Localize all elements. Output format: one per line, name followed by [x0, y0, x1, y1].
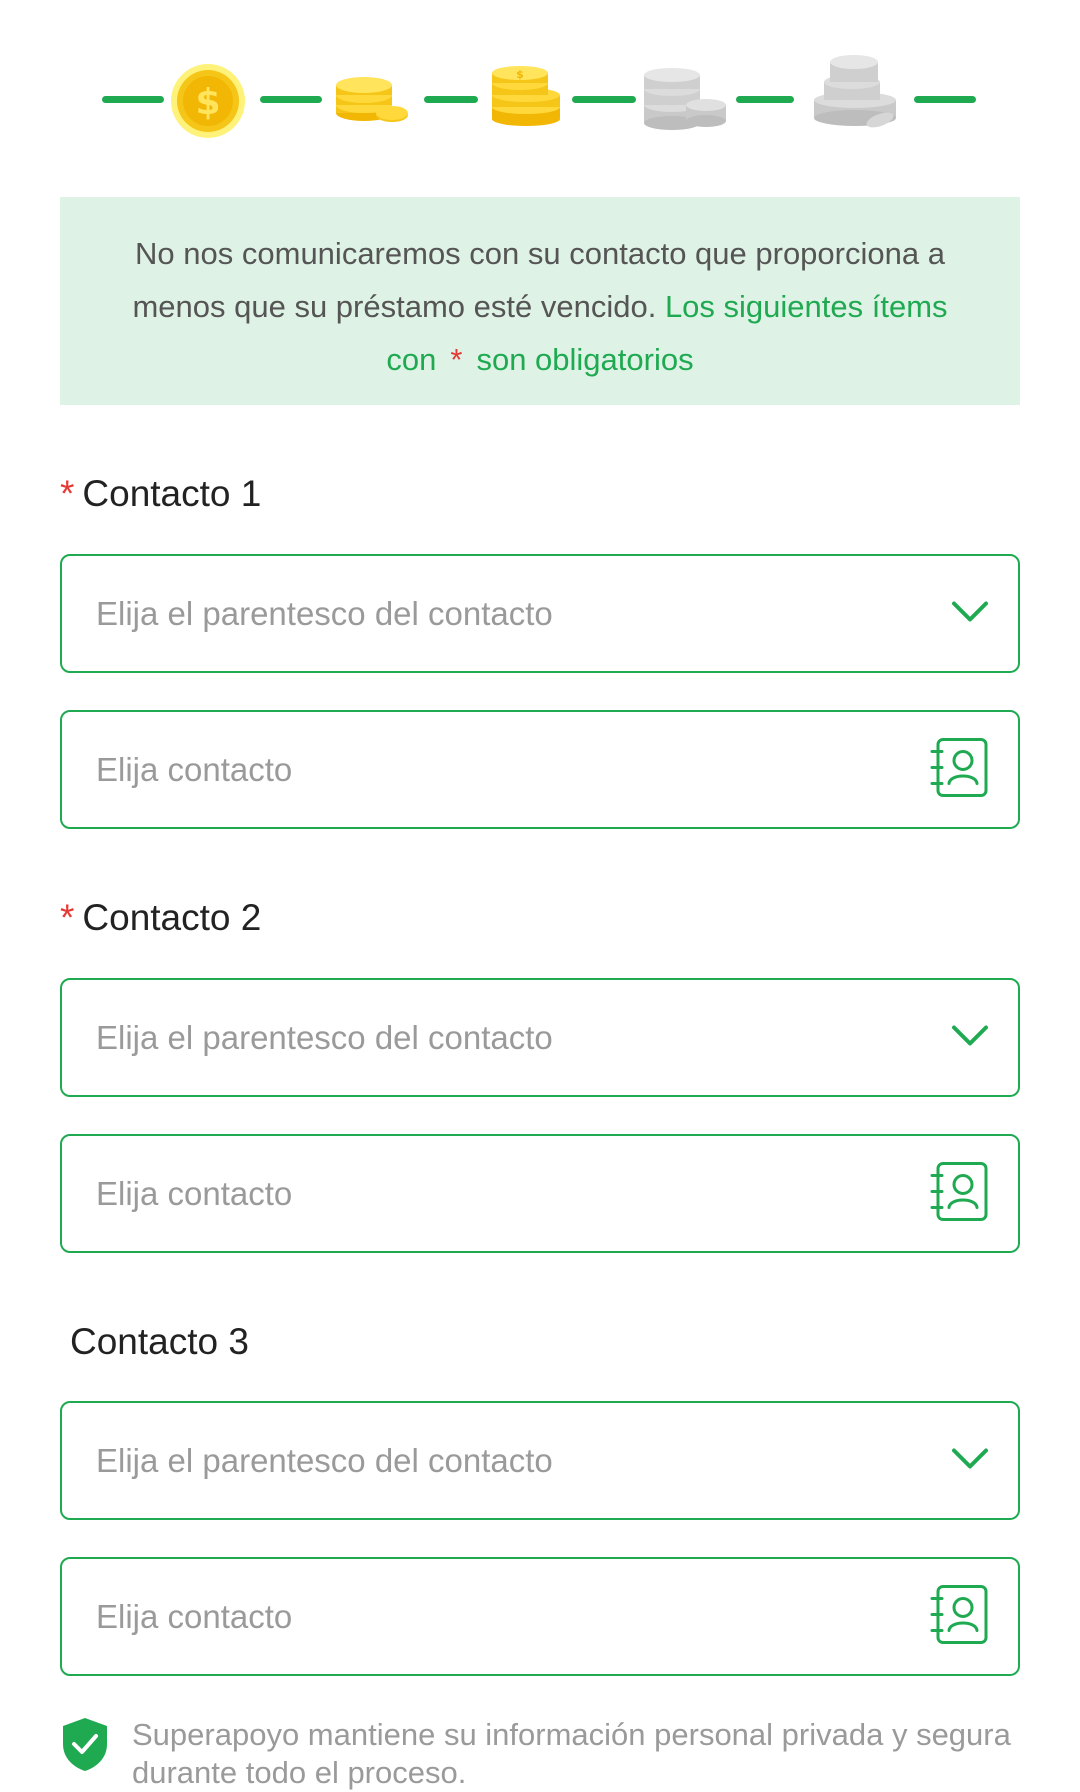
coin-stack-large-icon	[642, 65, 728, 136]
address-book-icon	[930, 1583, 990, 1650]
contact-placeholder: Elija contacto	[96, 1598, 293, 1635]
svg-text:$: $	[195, 82, 220, 123]
contact-3-title-label: Contacto 3	[70, 1321, 249, 1362]
contact-2-relation-select[interactable]: Elija el parentesco del contacto	[60, 978, 1020, 1097]
address-book-icon	[930, 1160, 990, 1227]
contact-1-relation-select[interactable]: Elija el parentesco del contacto	[60, 554, 1020, 673]
chevron-down-icon	[950, 1022, 990, 1053]
progress-stepper: $ $	[102, 50, 978, 150]
stepper-connector	[102, 96, 164, 103]
contact-2-contact-picker[interactable]: Elija contacto	[60, 1134, 1020, 1253]
chevron-down-icon	[950, 598, 990, 629]
privacy-notice-banner: No nos comunicaremos con su contacto que…	[60, 197, 1020, 405]
coin-stack-medium-icon: $	[490, 61, 562, 132]
coin-icon: $	[170, 63, 246, 144]
contact-3-title: Contacto 3	[70, 1320, 249, 1364]
coin-pile-icon	[810, 50, 900, 137]
relation-placeholder: Elija el parentesco del contacto	[96, 595, 553, 632]
required-asterisk: *	[60, 473, 75, 514]
required-asterisk: *	[450, 342, 463, 377]
contact-1-title: * Contacto 1	[60, 472, 261, 516]
contact-placeholder: Elija contacto	[96, 751, 293, 788]
notice-required-suffix: son obligatorios	[476, 342, 694, 377]
contact-1-title-label: Contacto 1	[82, 473, 262, 514]
stepper-connector	[914, 96, 976, 103]
privacy-text: Superapoyo mantiene su información perso…	[132, 1717, 1011, 1790]
contact-2-title-label: Contacto 2	[82, 897, 262, 938]
shield-check-icon	[60, 1716, 110, 1777]
relation-placeholder: Elija el parentesco del contacto	[96, 1019, 553, 1056]
coin-stack-small-icon	[334, 75, 410, 128]
relation-placeholder: Elija el parentesco del contacto	[96, 1442, 553, 1479]
contact-3-relation-select[interactable]: Elija el parentesco del contacto	[60, 1401, 1020, 1520]
required-asterisk: *	[60, 897, 75, 938]
chevron-down-icon	[950, 1445, 990, 1476]
contact-1-contact-picker[interactable]: Elija contacto	[60, 710, 1020, 829]
contact-2-title: * Contacto 2	[60, 896, 261, 940]
stepper-connector	[260, 96, 322, 103]
privacy-statement: Superapoyo mantiene su información perso…	[60, 1716, 1020, 1792]
contact-placeholder: Elija contacto	[96, 1175, 293, 1212]
stepper-connector	[572, 96, 636, 103]
stepper-connector	[736, 96, 794, 103]
contact-3-contact-picker[interactable]: Elija contacto	[60, 1557, 1020, 1676]
address-book-icon	[930, 736, 990, 803]
svg-text:$: $	[516, 68, 524, 81]
stepper-connector	[424, 96, 478, 103]
contacts-form-page: $ $ No nos comunicaremos con su contacto…	[0, 0, 1080, 1792]
